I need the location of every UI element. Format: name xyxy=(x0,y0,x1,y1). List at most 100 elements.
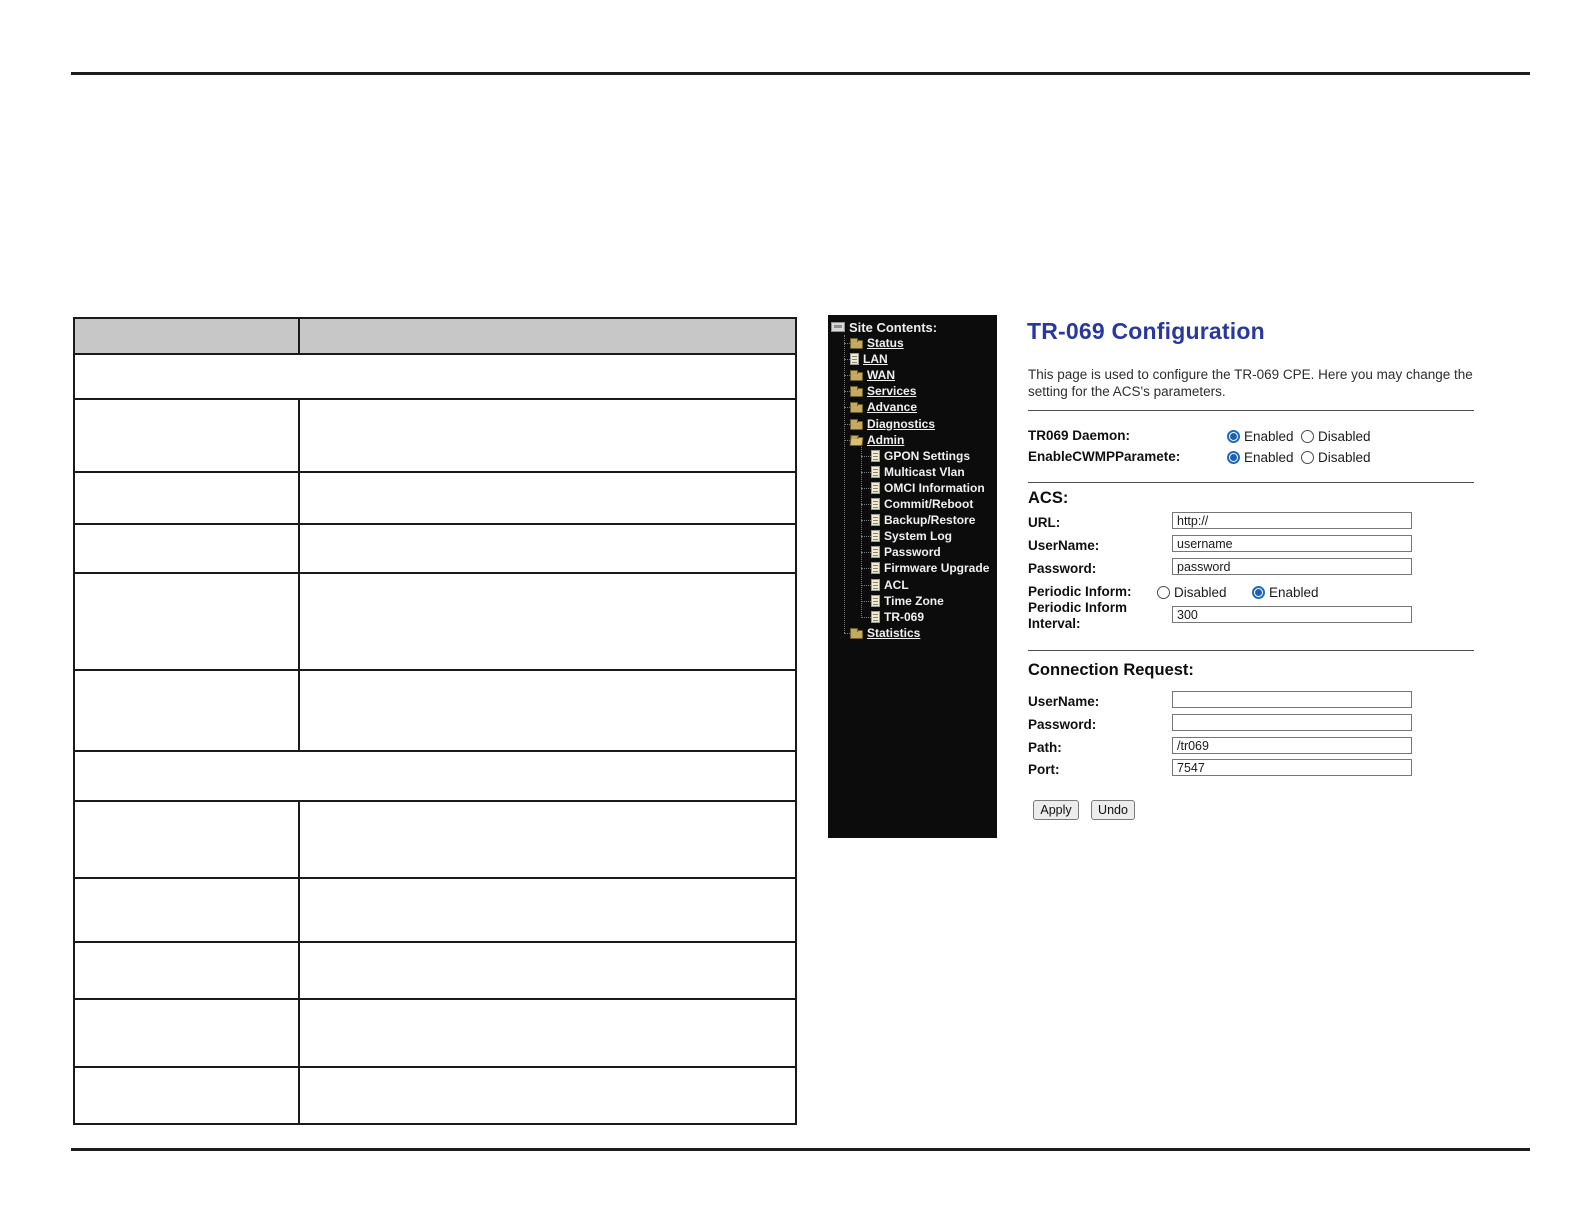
sidebar-item-label: Services xyxy=(867,384,917,399)
sidebar-item-label: ACL xyxy=(884,577,909,592)
sidebar-item-diagnostics[interactable]: Diagnostics xyxy=(843,416,935,432)
periodic-inform-disabled-radio[interactable] xyxy=(1157,586,1170,599)
sidebar-item-label: Time Zone xyxy=(884,593,944,608)
table-cell xyxy=(75,943,300,998)
sidebar-item-label: GPON Settings xyxy=(884,448,971,463)
table-cell xyxy=(75,879,300,941)
enable-cwmp-enabled-radio[interactable] xyxy=(1227,451,1240,464)
page-title: TR-069 Configuration xyxy=(1027,318,1265,344)
sidebar-item-gpon-settings[interactable]: GPON Settings xyxy=(860,448,971,464)
doc-icon xyxy=(871,449,880,462)
sidebar-item-statistics[interactable]: Statistics xyxy=(843,625,920,641)
table-cell xyxy=(300,879,795,941)
acs-url-input[interactable] xyxy=(1172,512,1412,529)
cr-port-input[interactable] xyxy=(1172,759,1412,776)
undo-button[interactable]: Undo xyxy=(1091,800,1135,820)
tree-connector-main xyxy=(844,335,845,633)
enable-cwmp-disabled-radio[interactable] xyxy=(1301,451,1314,464)
sidebar-item-advance[interactable]: Advance xyxy=(843,399,918,415)
table-row xyxy=(75,1068,795,1123)
enable-cwmp-enabled-label: Enabled xyxy=(1244,450,1294,465)
sidebar-item-label: OMCI Information xyxy=(884,480,985,495)
sidebar-item-label: TR-069 xyxy=(884,609,925,624)
doc-table xyxy=(73,317,797,1125)
tr069-daemon-disabled-radio[interactable] xyxy=(1301,430,1314,443)
acs-username-label: UserName: xyxy=(1028,538,1100,553)
doc-icon xyxy=(871,578,880,591)
table-cell xyxy=(75,802,300,877)
cr-path-label: Path: xyxy=(1028,740,1062,755)
table-cell xyxy=(300,802,795,877)
periodic-inform-interval-input[interactable] xyxy=(1172,606,1412,623)
folder-icon xyxy=(850,418,863,430)
cr-username-input[interactable] xyxy=(1172,691,1412,708)
table-row xyxy=(75,473,795,525)
acs-username-input[interactable] xyxy=(1172,535,1412,552)
acs-heading: ACS: xyxy=(1028,489,1069,507)
sidebar-item-status[interactable]: Status xyxy=(844,335,904,351)
doc-icon xyxy=(871,530,880,543)
sidebar-item-acl[interactable]: ACL xyxy=(861,577,909,593)
sidebar-item-tr-069[interactable]: TR-069 xyxy=(860,609,925,625)
sidebar-item-wan[interactable]: WAN xyxy=(844,367,895,383)
tr069-daemon-enabled-label: Enabled xyxy=(1244,429,1294,444)
monitor-icon xyxy=(831,322,845,332)
table-cell xyxy=(300,671,795,750)
table-row xyxy=(75,574,795,671)
doc-icon xyxy=(850,353,859,366)
doc-icon xyxy=(871,498,880,510)
sidebar-item-label: Firmware Upgrade xyxy=(884,561,990,576)
acs-password-input[interactable] xyxy=(1172,558,1412,575)
sidebar-item-label: Password xyxy=(884,545,941,560)
doc-icon xyxy=(871,562,880,575)
sidebar-item-password[interactable]: Password xyxy=(861,544,941,560)
sidebar-item-commit-reboot[interactable]: Commit/Reboot xyxy=(860,496,974,512)
doc-icon xyxy=(871,546,880,559)
page-description-line1: This page is used to configure the TR-06… xyxy=(1028,367,1473,382)
sidebar-item-admin[interactable]: Admin xyxy=(843,432,904,448)
page-description-line2: setting for the ACS's parameters. xyxy=(1028,384,1226,399)
periodic-inform-enabled-radio[interactable] xyxy=(1252,586,1265,599)
sidebar-item-time-zone[interactable]: Time Zone xyxy=(861,593,944,609)
sidebar-item-system-log[interactable]: System Log xyxy=(860,528,952,544)
sidebar-item-label: Commit/Reboot xyxy=(884,497,974,511)
table-row xyxy=(75,879,795,943)
sidebar-item-services[interactable]: Services xyxy=(843,383,917,399)
doc-icon xyxy=(871,514,880,527)
sidebar-item-firmware-upgrade[interactable]: Firmware Upgrade xyxy=(860,560,990,576)
table-header-row xyxy=(75,319,795,355)
acs-url-label: URL: xyxy=(1028,515,1061,530)
table-cell xyxy=(75,473,300,523)
bottom-rule xyxy=(71,1148,1530,1151)
sidebar-item-label: Multicast Vlan xyxy=(884,464,965,479)
folder-open-icon xyxy=(849,436,864,446)
doc-icon xyxy=(871,594,880,607)
tr069-daemon-disabled-label: Disabled xyxy=(1318,429,1371,444)
enable-cwmp-label: EnableCWMPParamete: xyxy=(1028,449,1181,464)
table-cell xyxy=(300,943,795,998)
tr069-daemon-label: TR069 Daemon: xyxy=(1028,428,1131,443)
table-cell xyxy=(75,319,300,353)
interval-label-line2: Interval: xyxy=(1028,616,1081,631)
periodic-inform-disabled-label: Disabled xyxy=(1174,585,1227,600)
separator xyxy=(1028,482,1474,483)
sidebar-item-multicast-vlan[interactable]: Multicast Vlan xyxy=(861,464,965,480)
table-cell xyxy=(300,574,795,669)
apply-button[interactable]: Apply xyxy=(1033,800,1079,820)
tr069-daemon-enabled-radio[interactable] xyxy=(1227,430,1240,443)
periodic-inform-label: Periodic Inform: xyxy=(1028,584,1132,599)
sidebar-item-label: Advance xyxy=(867,400,918,415)
folder-icon xyxy=(850,370,863,382)
table-cell xyxy=(300,473,795,523)
sidebar-item-omci-information[interactable]: OMCI Information xyxy=(861,480,985,496)
table-cell xyxy=(75,1000,300,1066)
cr-password-input[interactable] xyxy=(1172,714,1412,731)
sidebar-item-backup-restore[interactable]: Backup/Restore xyxy=(860,512,975,528)
table-cell xyxy=(75,574,300,669)
table-cell xyxy=(75,1068,300,1123)
folder-icon xyxy=(850,338,863,349)
table-cell xyxy=(300,400,795,471)
cr-path-input[interactable] xyxy=(1172,737,1412,754)
sidebar-item-lan[interactable]: LAN xyxy=(844,351,888,367)
sidebar-item-label: LAN xyxy=(863,352,888,367)
